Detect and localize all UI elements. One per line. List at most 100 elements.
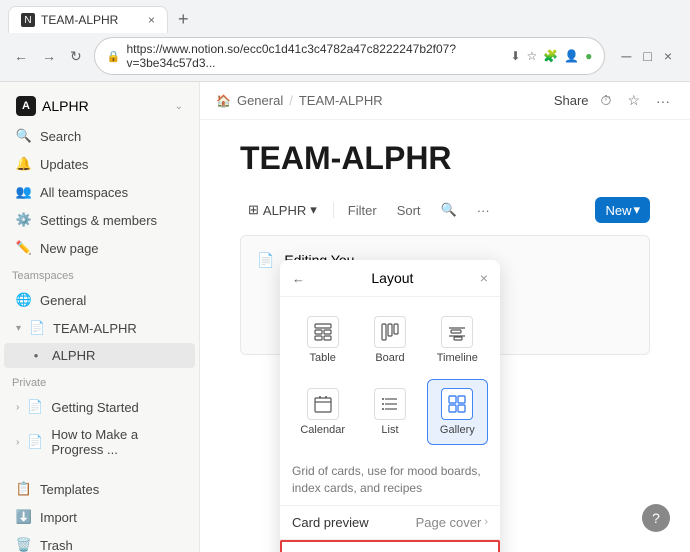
card-preview-value-text: Page cover bbox=[416, 515, 482, 530]
breadcrumb-page: TEAM-ALPHR bbox=[299, 93, 383, 108]
sidebar-item-label: Updates bbox=[40, 157, 88, 172]
sidebar-item-settings[interactable]: ⚙️ Settings & members bbox=[4, 207, 195, 233]
breadcrumb-bar: 🏠 General / TEAM-ALPHR Share ⏱ ☆ ··· bbox=[200, 82, 690, 120]
close-button[interactable]: × bbox=[660, 46, 676, 66]
panel-row-card-preview[interactable]: Card preview Page cover › bbox=[280, 506, 500, 540]
sidebar-item-all-teamspaces[interactable]: 👥 All teamspaces bbox=[4, 179, 195, 205]
expand-icon-gs: › bbox=[16, 402, 19, 413]
filter-button[interactable]: Filter bbox=[342, 199, 383, 222]
sidebar-item-trash[interactable]: 🗑️ Trash bbox=[4, 532, 195, 552]
back-arrow-icon: ← bbox=[292, 271, 305, 286]
getting-started-icon: 📄 bbox=[27, 399, 43, 415]
table-layout-icon bbox=[307, 316, 339, 348]
sidebar-item-label: General bbox=[40, 293, 86, 308]
tab-title: TEAM-ALPHR bbox=[41, 13, 118, 27]
back-button[interactable]: ← bbox=[8, 46, 34, 67]
panel-row-card-size[interactable]: Card size Medium › bbox=[280, 540, 500, 552]
search-icon: 🔍 bbox=[16, 128, 32, 144]
header-actions: Share ⏱ ☆ ··· bbox=[554, 90, 674, 111]
address-bar: ← → ↻ 🔒 https://www.notion.so/ecc0c1d41c… bbox=[0, 33, 690, 81]
card-preview-value: Page cover › bbox=[416, 515, 488, 530]
new-page-icon: ✏️ bbox=[16, 240, 32, 256]
url-extension-icon[interactable]: 🧩 bbox=[543, 49, 558, 63]
sidebar-item-updates[interactable]: 🔔 Updates bbox=[4, 151, 195, 177]
breadcrumb: 🏠 General / TEAM-ALPHR bbox=[216, 93, 383, 108]
page-content: TEAM-ALPHR ⊞ ALPHR ▾ Filter Sort 🔍 ··· N… bbox=[200, 120, 690, 552]
workspace-chevron-icon: ⌄ bbox=[175, 101, 183, 112]
refresh-button[interactable]: ↻ bbox=[64, 46, 88, 67]
layout-option-table[interactable]: Table bbox=[292, 307, 353, 373]
db-view-button[interactable]: ⊞ ALPHR ▾ bbox=[240, 198, 325, 222]
panel-back-button[interactable]: ← bbox=[292, 271, 305, 286]
db-more-button[interactable]: ··· bbox=[471, 199, 496, 222]
page-title: TEAM-ALPHR bbox=[240, 140, 650, 177]
layout-option-gallery[interactable]: Gallery bbox=[427, 379, 488, 445]
sort-button[interactable]: Sort bbox=[391, 199, 427, 222]
url-star-icon[interactable]: ☆ bbox=[527, 49, 538, 63]
sidebar-item-label: Settings & members bbox=[40, 213, 157, 228]
sidebar-item-templates[interactable]: 📋 Templates bbox=[4, 476, 195, 502]
help-button[interactable]: ? bbox=[642, 504, 670, 532]
forward-button[interactable]: → bbox=[36, 46, 62, 67]
search-db-button[interactable]: 🔍 bbox=[435, 198, 463, 222]
timer-button[interactable]: ⏱ bbox=[597, 90, 616, 111]
workspace-header[interactable]: A ALPHR ⌄ bbox=[4, 90, 195, 122]
new-button[interactable]: New ▾ bbox=[595, 197, 650, 223]
panel-header: ← Layout × bbox=[280, 260, 500, 297]
tab-favicon: N bbox=[21, 13, 35, 27]
layout-option-board[interactable]: Board bbox=[359, 307, 420, 373]
board-layout-icon bbox=[374, 316, 406, 348]
more-button[interactable]: ··· bbox=[652, 91, 674, 111]
layout-option-timeline[interactable]: Timeline bbox=[427, 307, 488, 373]
bell-icon: 🔔 bbox=[16, 156, 32, 172]
url-bar[interactable]: 🔒 https://www.notion.so/ecc0c1d41c3c4782… bbox=[94, 37, 606, 75]
gallery-layout-label: Gallery bbox=[440, 424, 475, 436]
url-profile-icon[interactable]: 👤 bbox=[564, 49, 579, 63]
panel-close-button[interactable]: × bbox=[480, 270, 488, 286]
table-layout-label: Table bbox=[310, 352, 336, 364]
templates-icon: 📋 bbox=[16, 481, 32, 497]
browser-action-buttons: ─ □ × bbox=[611, 46, 682, 66]
sidebar-item-general[interactable]: 🌐 General bbox=[4, 287, 195, 313]
star-button[interactable]: ☆ bbox=[623, 90, 644, 111]
lock-icon: 🔒 bbox=[107, 50, 121, 63]
url-extra-icon[interactable]: ● bbox=[585, 49, 592, 63]
minimize-button[interactable]: ─ bbox=[617, 46, 635, 66]
browser-chrome: N TEAM-ALPHR × + ← → ↻ 🔒 https://www.not… bbox=[0, 0, 690, 82]
panel-description: Grid of cards, use for mood boards, inde… bbox=[280, 455, 500, 506]
sidebar-item-team-alphr[interactable]: ▾ 📄 TEAM-ALPHR bbox=[4, 315, 195, 341]
sidebar-item-label: How to Make a Progress ... bbox=[51, 427, 183, 457]
list-layout-icon bbox=[374, 388, 406, 420]
db-toolbar: ⊞ ALPHR ▾ Filter Sort 🔍 ··· New ▾ bbox=[240, 197, 650, 223]
sidebar-item-new-page[interactable]: ✏️ New page bbox=[4, 235, 195, 261]
workspace-name: ALPHR bbox=[42, 98, 89, 114]
timeline-layout-label: Timeline bbox=[437, 352, 478, 364]
panel-title: Layout bbox=[371, 270, 413, 286]
maximize-button[interactable]: □ bbox=[639, 46, 655, 66]
settings-icon: ⚙️ bbox=[16, 212, 32, 228]
share-button[interactable]: Share bbox=[554, 93, 589, 108]
card-preview-chevron: › bbox=[484, 516, 488, 528]
url-text: https://www.notion.so/ecc0c1d41c3c4782a4… bbox=[126, 42, 504, 70]
layout-option-calendar[interactable]: Calendar bbox=[292, 379, 353, 445]
sidebar-item-search[interactable]: 🔍 Search bbox=[4, 123, 195, 149]
url-download-icon[interactable]: ⬇ bbox=[510, 49, 520, 63]
sidebar-item-progress[interactable]: › 📄 How to Make a Progress ... bbox=[4, 422, 195, 462]
tab-close-icon[interactable]: × bbox=[148, 13, 155, 27]
sidebar-item-alphr[interactable]: • ALPHR bbox=[4, 343, 195, 368]
trash-icon: 🗑️ bbox=[16, 537, 32, 552]
url-actions: ⬇ ☆ 🧩 👤 ● bbox=[510, 49, 592, 63]
card-doc-icon: 📄 bbox=[257, 252, 274, 268]
sidebar: A ALPHR ⌄ 🔍 Search 🔔 Updates 👥 All teams… bbox=[0, 82, 200, 552]
active-tab[interactable]: N TEAM-ALPHR × bbox=[8, 6, 168, 33]
new-tab-button[interactable]: + bbox=[172, 9, 195, 30]
private-section-label: Private bbox=[0, 369, 199, 393]
layout-option-list[interactable]: List bbox=[359, 379, 420, 445]
teamspaces-section-label: Teamspaces bbox=[0, 262, 199, 286]
breadcrumb-separator: / bbox=[289, 93, 293, 108]
sidebar-item-getting-started[interactable]: › 📄 Getting Started bbox=[4, 394, 195, 420]
nav-buttons: ← → ↻ bbox=[8, 46, 88, 67]
sidebar-item-import[interactable]: ⬇️ Import bbox=[4, 504, 195, 530]
new-chevron-icon: ▾ bbox=[633, 202, 640, 218]
sidebar-item-label: Trash bbox=[40, 538, 73, 552]
